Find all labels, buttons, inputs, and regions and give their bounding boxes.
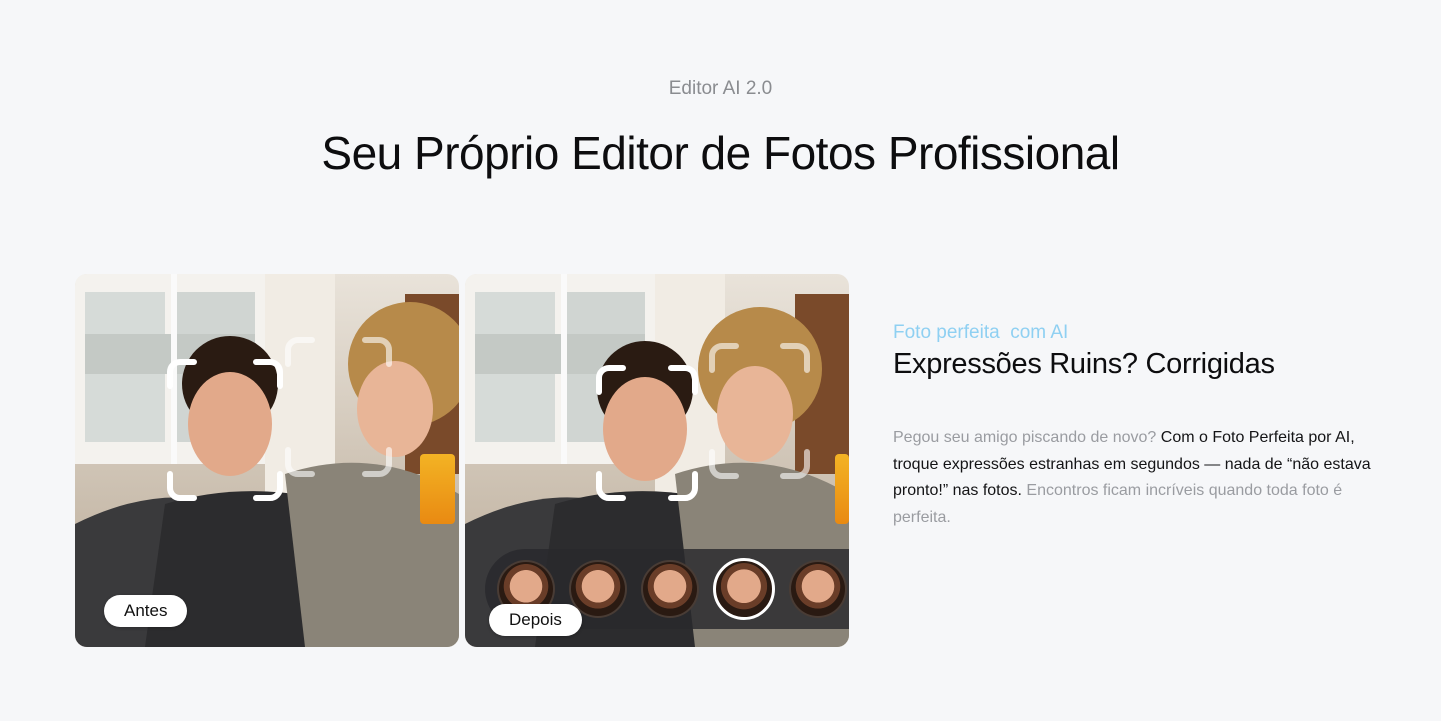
face-option-3[interactable] bbox=[641, 560, 699, 618]
before-label: Antes bbox=[104, 595, 188, 627]
after-photo: Depois bbox=[465, 274, 849, 647]
after-label: Depois bbox=[489, 604, 582, 636]
feature-body-intro: Pegou seu amigo piscando de novo? bbox=[893, 429, 1157, 446]
face-option-5[interactable] bbox=[789, 560, 847, 618]
feature-title: Expressões Ruins? Corrigidas bbox=[893, 348, 1275, 380]
eyebrow: Editor AI 2.0 bbox=[668, 78, 773, 99]
face-option-4-selected[interactable] bbox=[713, 558, 775, 620]
feature-body: Pegou seu amigo piscando de novo? Com o … bbox=[893, 425, 1373, 531]
feature-description: Foto perfeita com AI Expressões Ruins? C… bbox=[893, 322, 1373, 531]
feature-tag: Foto perfeita com AI bbox=[893, 322, 1069, 343]
page-title: Seu Próprio Editor de Fotos Profissional bbox=[321, 127, 1120, 179]
before-photo-illustration bbox=[75, 274, 459, 647]
before-photo: Antes bbox=[75, 274, 459, 647]
